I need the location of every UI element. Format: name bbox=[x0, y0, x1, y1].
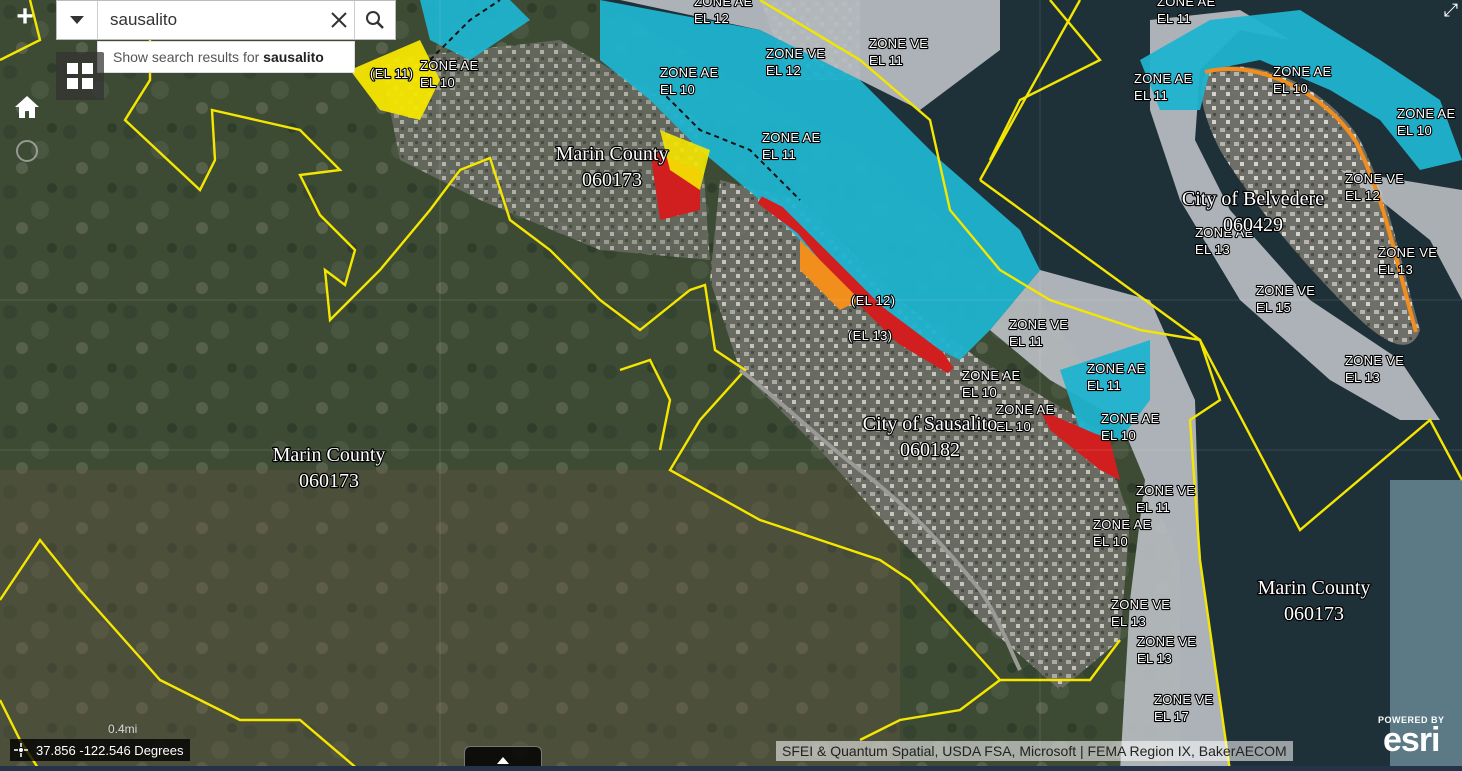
zone-label: ZONE AE bbox=[1101, 411, 1159, 426]
elevation-label: EL 12 bbox=[694, 11, 729, 26]
zone-label: ZONE VE bbox=[1345, 171, 1404, 186]
elevation-label: EL 10 bbox=[1093, 534, 1128, 549]
elevation-label: EL 12 bbox=[1345, 188, 1380, 203]
elevation-label: EL 13 bbox=[1111, 614, 1146, 629]
zone-label: ZONE VE bbox=[1378, 245, 1437, 260]
search-button[interactable] bbox=[354, 1, 395, 39]
chevron-up-icon bbox=[497, 756, 509, 764]
zone-label: ZONE AE bbox=[996, 402, 1054, 417]
zone-label: ZONE AE bbox=[1087, 361, 1145, 376]
search-input[interactable] bbox=[98, 1, 324, 39]
elevation-label: EL 15 bbox=[1256, 300, 1291, 315]
elevation-label: EL 13 bbox=[1378, 262, 1413, 277]
zone-label: ZONE AE bbox=[660, 65, 718, 80]
zone-label: ZONE AE bbox=[1093, 517, 1151, 532]
attribution: SFEI & Quantum Spatial, USDA FSA, Micros… bbox=[776, 741, 1293, 761]
home-icon bbox=[15, 96, 39, 118]
locate-button[interactable] bbox=[8, 132, 46, 170]
elevation-label: EL 10 bbox=[962, 385, 997, 400]
community-name-label: Marin County bbox=[556, 143, 669, 165]
zoom-in-button[interactable]: + bbox=[6, 0, 44, 34]
zone-label: ZONE AE bbox=[1157, 0, 1215, 9]
elevation-label: EL 10 bbox=[660, 82, 695, 97]
clear-search-button[interactable] bbox=[324, 1, 354, 39]
community-name-label: City of Sausalito bbox=[863, 413, 997, 435]
elevation-label: EL 11 bbox=[869, 53, 903, 68]
locate-icon bbox=[16, 140, 38, 162]
elevation-label: EL 13 bbox=[1195, 242, 1230, 257]
esri-logo: POWERED BY esri bbox=[1378, 715, 1445, 759]
home-button[interactable] bbox=[8, 88, 46, 126]
community-code-label: 060182 bbox=[900, 439, 960, 461]
community-name-label: Marin County bbox=[1258, 577, 1371, 599]
zone-label: ZONE VE bbox=[1137, 634, 1196, 649]
community-name-label: City of Belvedere bbox=[1182, 188, 1324, 210]
elevation-label: EL 10 bbox=[1397, 123, 1432, 138]
scale-bar-label: 0.4mi bbox=[108, 722, 138, 736]
zone-label: ZONE AE bbox=[962, 368, 1020, 383]
zone-label: ZONE AE bbox=[762, 130, 820, 145]
community-name-label: Marin County bbox=[273, 444, 386, 466]
esri-word: esri bbox=[1383, 721, 1440, 759]
zone-label: ZONE VE bbox=[1345, 353, 1404, 368]
elevation-label: EL 11 bbox=[1087, 378, 1121, 393]
search-widget bbox=[56, 0, 396, 40]
zone-label: ZONE VE bbox=[1111, 597, 1170, 612]
crosshair-icon bbox=[14, 743, 28, 757]
coordinate-widget[interactable]: 37.856 -122.546 Degrees bbox=[10, 739, 191, 761]
elevation-label: EL 12 bbox=[766, 63, 801, 78]
community-code-label: 060429 bbox=[1223, 214, 1283, 236]
elevation-label: EL 11 bbox=[762, 147, 796, 162]
elevation-label: EL 17 bbox=[1154, 709, 1189, 724]
zone-label: ZONE VE bbox=[1136, 483, 1195, 498]
elevation-label: EL 10 bbox=[1101, 428, 1136, 443]
zone-label: ZONE AE bbox=[420, 58, 478, 73]
elevation-label: (EL 12) bbox=[851, 293, 895, 308]
zone-label: ZONE VE bbox=[766, 46, 825, 61]
community-code-label: 060173 bbox=[299, 470, 359, 492]
zone-label: ZONE VE bbox=[1009, 317, 1068, 332]
bottom-bar bbox=[0, 766, 1462, 771]
zone-label: ZONE AE bbox=[694, 0, 752, 9]
elevation-label: EL 11 bbox=[1157, 11, 1191, 26]
grid-icon bbox=[67, 63, 93, 89]
community-code-label: 060173 bbox=[1284, 603, 1344, 625]
zone-label: ZONE VE bbox=[1256, 283, 1315, 298]
elevation-label: EL 11 bbox=[1009, 334, 1043, 349]
search-source-dropdown[interactable] bbox=[57, 1, 98, 39]
chevron-down-icon bbox=[70, 16, 84, 24]
elevation-label: EL 11 bbox=[1136, 500, 1170, 515]
elevation-label: EL 10 bbox=[996, 419, 1031, 434]
elevation-label: EL 10 bbox=[1273, 81, 1308, 96]
zone-label: ZONE AE bbox=[1273, 64, 1331, 79]
zone-label: ZONE VE bbox=[869, 36, 928, 51]
elevation-label: EL 13 bbox=[1345, 370, 1380, 385]
map-view[interactable]: ZONE AE EL 12 ZONE AE EL 11 ZONE VE EL 12 ZONE… bbox=[0, 0, 1462, 771]
zone-label: ZONE VE bbox=[1154, 692, 1213, 707]
community-code-label: 060173 bbox=[582, 169, 642, 191]
elevation-label: EL 13 bbox=[1137, 651, 1172, 666]
elevation-label: EL 11 bbox=[1134, 88, 1168, 103]
basemap-gallery-button[interactable] bbox=[56, 52, 104, 100]
suggestion-prefix: Show search results for bbox=[113, 49, 264, 65]
elevation-label: (EL 13) bbox=[848, 328, 892, 343]
zone-label: ZONE AE bbox=[1397, 106, 1455, 121]
zone-label: ZONE AE bbox=[1134, 71, 1192, 86]
elevation-label: EL 10 bbox=[420, 75, 455, 90]
elevation-label: (EL 11) bbox=[370, 66, 413, 81]
fullscreen-button[interactable]: ⤢ bbox=[1440, 0, 1462, 20]
close-icon bbox=[331, 12, 347, 28]
search-suggestion[interactable]: Show search results for sausalito bbox=[97, 41, 355, 73]
suggestion-term: sausalito bbox=[263, 49, 324, 65]
coordinate-readout: 37.856 -122.546 Degrees bbox=[36, 742, 184, 758]
search-icon bbox=[366, 11, 384, 29]
